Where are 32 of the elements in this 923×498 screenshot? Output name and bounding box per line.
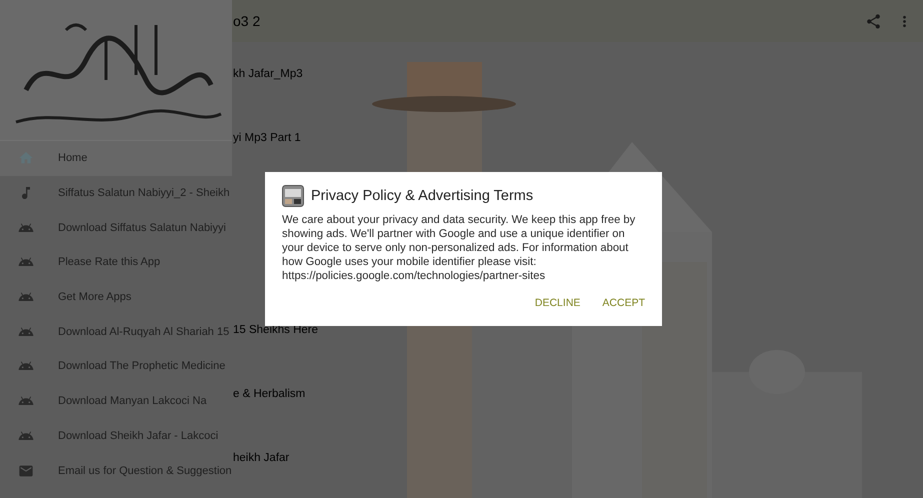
- accept-button[interactable]: ACCEPT: [600, 295, 647, 311]
- toolbar-title: o3 2: [233, 13, 262, 29]
- share-icon[interactable]: [865, 12, 882, 30]
- drawer-item[interactable]: Email us for Question & Suggestion: [0, 453, 232, 488]
- drawer-item-label: Download Siffatus Salatun Nabiyyi: [58, 222, 226, 234]
- drawer-item-label: Get More Apps: [58, 291, 132, 304]
- drawer-item-label: Email us for Question & Suggestion: [58, 464, 232, 477]
- drawer-item-label: Siffatus Salatun Nabiyyi_2 - Sheikh: [58, 187, 230, 200]
- list-item-text[interactable]: kh Jafar_Mp3: [232, 68, 303, 82]
- dialog-title: Privacy Policy & Advertising Terms: [311, 188, 534, 204]
- drawer-item[interactable]: Download Manyan Lakcoci Na: [0, 384, 232, 418]
- drawer-item[interactable]: Please Rate this App: [0, 245, 232, 280]
- drawer-item[interactable]: Home: [0, 141, 232, 176]
- drawer-item[interactable]: Siffatus Salatun Nabiyyi_2 - Sheikh: [0, 176, 232, 210]
- drawer-item[interactable]: Get More Apps: [0, 280, 232, 314]
- decline-button[interactable]: DECLINE: [532, 295, 582, 311]
- drawer-item[interactable]: Download Sheikh Jafar - Lakcoci: [0, 418, 232, 454]
- list-item-text[interactable]: yi Mp3 Part 1: [232, 132, 301, 146]
- drawer-item[interactable]: Download Al-Ruqyah Al Shariah 15: [0, 314, 232, 350]
- drawer-item[interactable]: Download The Prophetic Medicine: [0, 349, 232, 384]
- drawer-item-label: Download Manyan Lakcoci Na: [58, 395, 207, 408]
- list-item-text[interactable]: heikh Jafar: [232, 452, 290, 466]
- list-item-text[interactable]: 15 Sheikhs Here: [232, 324, 318, 338]
- drawer-item-label: Download The Prophetic Medicine: [58, 360, 226, 372]
- drawer-item[interactable]: Download Siffatus Salatun Nabiyyi: [0, 210, 232, 246]
- drawer-item-label: Download Al-Ruqyah Al Shariah 15: [58, 326, 230, 338]
- dialog-message: We care about your privacy and data security. We keep this app free by showing ads. We'll partner with Google and use a unique identifier on your device to serve only non-personalized ads. For information about how Google uses your mobile identifier please visit: https://policies.google.com/technologies/partner-sites: [282, 213, 636, 283]
- drawer-item-label: Home: [58, 152, 88, 164]
- drawer-item-label: Please Rate this App: [58, 256, 160, 268]
- app-icon: [282, 185, 304, 207]
- list-item-text[interactable]: e & Herbalism: [232, 388, 306, 402]
- drawer-item-label: Download Sheikh Jafar - Lakcoci: [58, 430, 218, 442]
